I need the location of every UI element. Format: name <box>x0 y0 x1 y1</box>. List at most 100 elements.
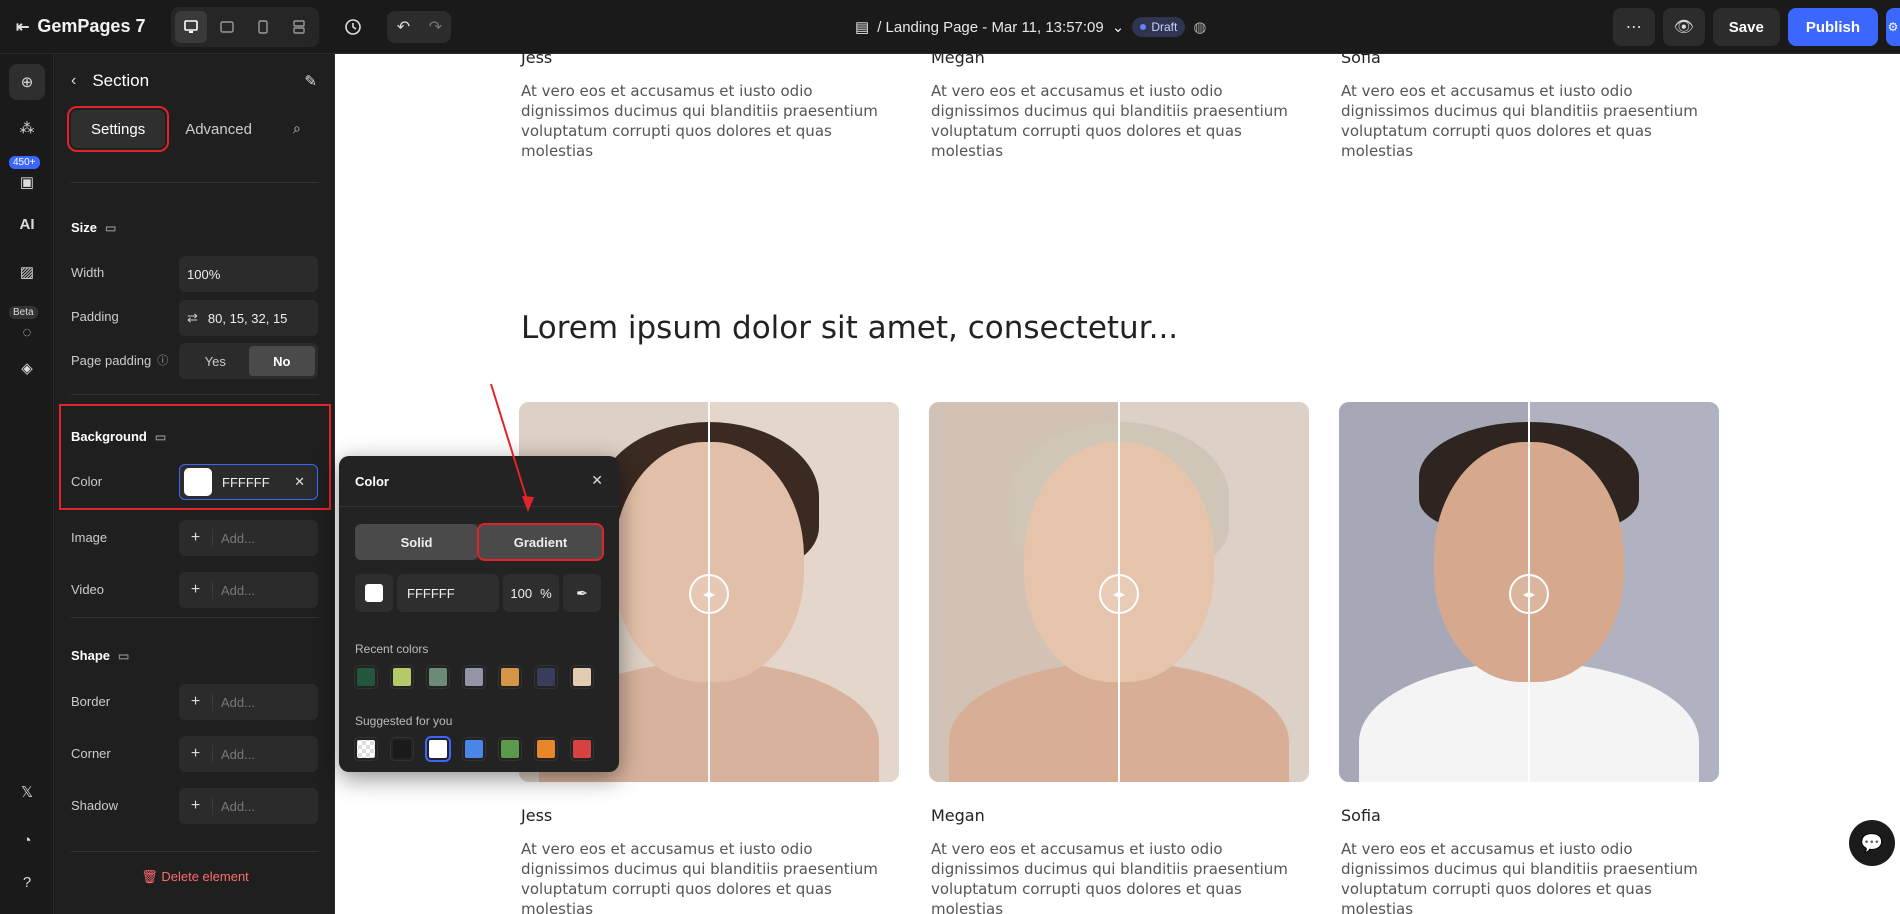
padding-value: 80, 15, 32, 15 <box>207 310 288 326</box>
delete-label: Delete element <box>161 869 249 884</box>
compare-handle-icon[interactable]: ◂▸ <box>1099 574 1139 614</box>
pages-icon[interactable]: ▨ <box>9 254 45 290</box>
top-card-text-3: Sofia At vero eos et accusamus et iusto … <box>1341 54 1721 161</box>
background-title: Background <box>71 429 147 444</box>
color-chip[interactable] <box>390 665 414 689</box>
shape-title: Shape <box>71 648 111 663</box>
opacity-input[interactable]: 100 % <box>503 574 559 612</box>
tab-solid[interactable]: Solid <box>355 524 478 560</box>
color-swatch[interactable] <box>184 468 212 496</box>
back-chevron-icon[interactable]: ‹ <box>71 72 76 90</box>
background-color-field[interactable]: FFFFFF ✕ <box>179 464 318 500</box>
width-value: 100% <box>187 266 221 282</box>
add-corner-placeholder: Add... <box>221 746 255 762</box>
globe-icon[interactable]: ◍ <box>1193 18 1206 36</box>
person-name: Sofia <box>1341 806 1381 825</box>
add-shadow-field[interactable]: + Add... <box>179 788 318 824</box>
background-section-title: Background ▭ <box>71 429 166 444</box>
desktop-icon[interactable] <box>175 10 208 43</box>
eyedropper-icon[interactable]: ✒ <box>563 574 601 612</box>
add-image-field[interactable]: + Add... <box>179 520 318 556</box>
close-icon[interactable]: ✕ <box>591 472 603 489</box>
page-padding-yes[interactable]: Yes <box>182 346 249 376</box>
add-video-field[interactable]: + Add... <box>179 572 318 608</box>
tab-gradient[interactable]: Gradient <box>477 523 604 561</box>
delete-element-button[interactable]: 🗑 Delete element <box>55 869 335 885</box>
person-description: At vero eos et accusamus et iusto odio d… <box>931 840 1288 914</box>
redo-icon[interactable]: ↷ <box>419 11 451 43</box>
color-chip[interactable] <box>390 737 414 761</box>
elements-icon[interactable]: ⁂ <box>9 110 45 146</box>
color-chip[interactable] <box>498 737 522 761</box>
edit-pencil-icon[interactable]: ✎ <box>304 72 317 90</box>
divider <box>71 394 319 395</box>
mobile-icon[interactable] <box>247 11 279 43</box>
status-dot-icon <box>1140 24 1147 30</box>
person-name: Sofia <box>1341 54 1381 67</box>
trash-icon: 🗑 <box>141 869 158 884</box>
color-chip[interactable] <box>570 737 594 761</box>
library-icon[interactable]: ▣ <box>9 164 45 200</box>
before-after-card-3[interactable]: ◂▸ <box>1339 402 1719 782</box>
publish-button[interactable]: Publish <box>1787 8 1878 46</box>
video-label: Video <box>71 582 105 597</box>
color-chip[interactable] <box>534 665 558 689</box>
page-title-area[interactable]: ▤ / Landing Page - Mar 11, 13:57:09 ⌄ Dr… <box>855 0 1206 54</box>
add-corner-field[interactable]: + Add... <box>179 736 318 772</box>
add-element-icon[interactable]: ⊕ <box>9 64 45 100</box>
person-description: At vero eos et accusamus et iusto odio d… <box>521 82 878 160</box>
help-icon[interactable]: ? <box>9 864 45 900</box>
color-chip[interactable] <box>425 736 451 762</box>
chat-support-icon[interactable]: 💬 <box>1849 820 1895 866</box>
add-image-placeholder: Add... <box>221 530 255 546</box>
color-chip[interactable] <box>462 665 486 689</box>
width-field[interactable]: 100% <box>179 256 318 292</box>
more-icon[interactable]: ⋯ <box>1612 8 1655 46</box>
exit-icon[interactable]: ⇤ <box>16 17 29 37</box>
clear-color-icon[interactable]: ✕ <box>294 474 305 490</box>
ai-icon[interactable]: AI <box>9 206 45 242</box>
layers-icon[interactable]: ◈ <box>9 350 45 386</box>
info-icon[interactable]: ⓘ <box>157 352 168 368</box>
beta-tool-icon[interactable]: ◌ <box>9 314 45 350</box>
panel-title: Section <box>92 71 150 90</box>
add-shadow-placeholder: Add... <box>221 798 255 814</box>
color-chip[interactable] <box>354 665 378 689</box>
device-switcher <box>171 6 320 47</box>
color-chip[interactable] <box>570 665 594 689</box>
hex-input[interactable]: FFFFFF <box>397 574 499 612</box>
section-headline[interactable]: Lorem ipsum dolor sit amet, consectetur.… <box>521 310 1178 346</box>
padding-label: Padding <box>71 309 119 324</box>
padding-field[interactable]: ⇄ 80, 15, 32, 15 <box>179 300 318 336</box>
recent-colors-list <box>354 665 594 689</box>
x-integration-icon[interactable]: 𝕏 <box>9 774 45 810</box>
tablet-icon[interactable] <box>211 11 243 43</box>
before-after-card-2[interactable]: ◂▸ <box>929 402 1309 782</box>
popup-title: Color <box>355 474 389 489</box>
border-label: Border <box>71 694 111 709</box>
plus-icon: + <box>179 693 213 711</box>
monitor-icon: ▭ <box>154 429 167 444</box>
preview-eye-icon[interactable]: 👁 <box>1662 8 1705 46</box>
color-chip[interactable] <box>534 737 558 761</box>
speed-gauge-icon[interactable]: ◔ <box>9 822 45 858</box>
history-icon[interactable] <box>337 11 369 43</box>
page-padding-no[interactable]: No <box>248 346 315 376</box>
color-chip[interactable] <box>498 665 522 689</box>
undo-icon[interactable]: ↶ <box>387 11 419 43</box>
add-border-field[interactable]: + Add... <box>179 684 318 720</box>
color-chip[interactable] <box>354 737 378 761</box>
save-button[interactable]: Save <box>1712 8 1780 46</box>
color-chip[interactable] <box>426 665 450 689</box>
current-color-swatch[interactable] <box>355 574 393 612</box>
compare-handle-icon[interactable]: ◂▸ <box>689 574 729 614</box>
color-chip[interactable] <box>462 737 486 761</box>
opacity-unit: % <box>540 585 552 601</box>
chevron-down-icon[interactable]: ⌄ <box>1112 18 1125 36</box>
search-icon[interactable]: ⌕ <box>293 120 301 137</box>
publish-settings-gear-icon[interactable]: ⚙ <box>1886 8 1900 46</box>
tab-advanced[interactable]: Advanced <box>165 110 272 148</box>
tab-settings[interactable]: Settings <box>66 106 170 152</box>
compare-handle-icon[interactable]: ◂▸ <box>1509 574 1549 614</box>
layout-icon[interactable] <box>283 11 315 43</box>
